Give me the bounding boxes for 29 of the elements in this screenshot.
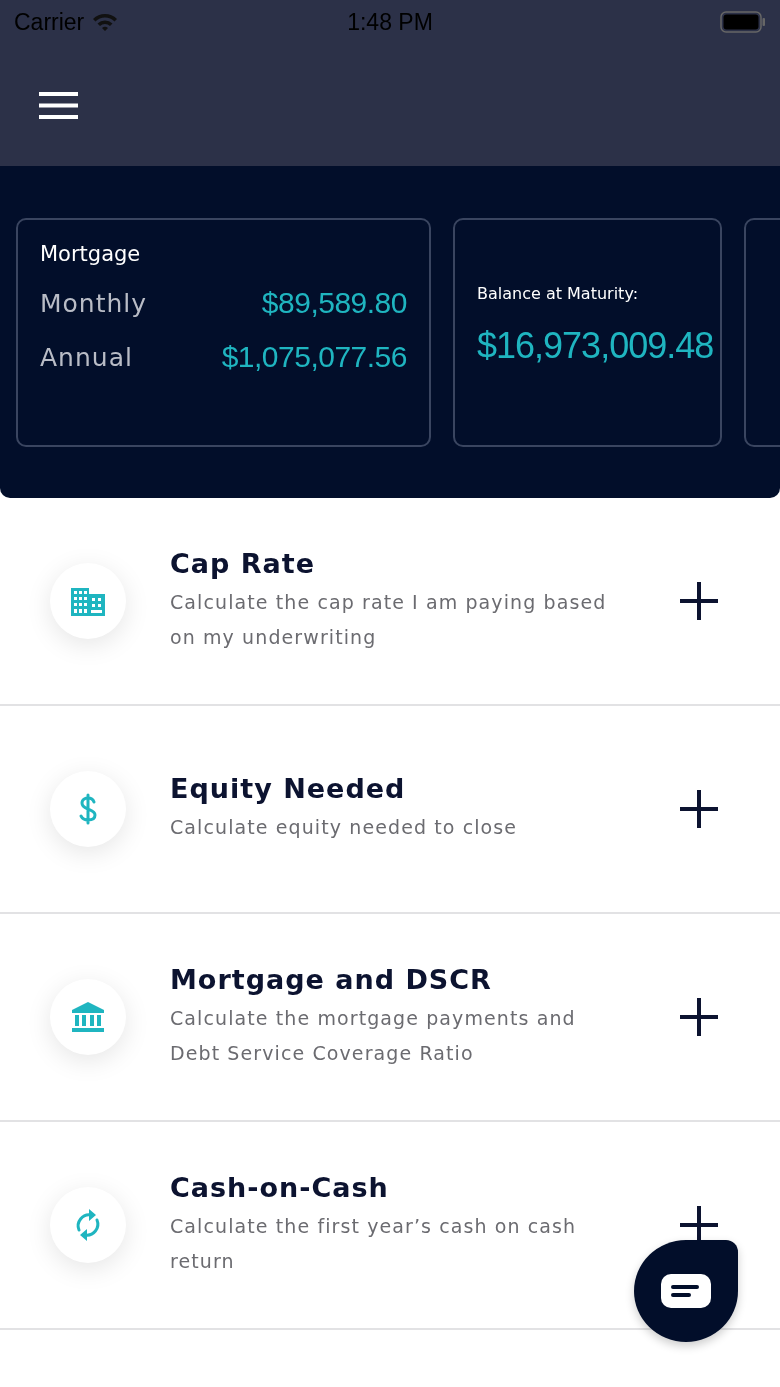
status-time: 1:48 PM	[347, 8, 433, 36]
expand-button[interactable]	[680, 998, 718, 1036]
chat-button[interactable]	[634, 1240, 738, 1342]
building-icon	[71, 586, 105, 616]
wifi-icon	[92, 12, 119, 32]
expand-button[interactable]	[680, 790, 718, 828]
calculator-description: Calculate the mortgage payments and Debt Service Coverage Ratio	[170, 1005, 577, 1066]
payment-label: Monthly	[40, 288, 148, 318]
calculator-title: Equity Needed	[170, 773, 406, 804]
card-title: Mortgage	[40, 242, 141, 266]
calculator-title: Cash-on-Cash	[170, 1171, 389, 1203]
calculator-description: Calculate the first year’s cash on cash return	[170, 1213, 578, 1274]
calculator-description: Calculate equity needed to close	[170, 815, 518, 840]
bank-icon	[71, 1001, 105, 1033]
card-title: Balance at Maturity:	[477, 284, 639, 303]
refresh-icon	[74, 1208, 102, 1242]
calculator-description: Calculate the cap rate I am paying based on my underwriting	[170, 589, 608, 650]
payment-value: $1,075,077.56	[221, 340, 407, 374]
payment-value: $89,589.80	[261, 286, 407, 320]
expand-button[interactable]	[680, 582, 718, 620]
calculator-title: Mortgage and DSCR	[170, 963, 492, 995]
carrier-label: Carrier	[14, 8, 85, 36]
payment-label: Annual	[40, 342, 133, 372]
battery-icon	[720, 11, 766, 33]
chat-icon	[661, 1274, 711, 1308]
dollar-icon	[78, 793, 98, 825]
menu-icon[interactable]	[39, 91, 78, 119]
balance-value: $16,973,009.48	[477, 325, 714, 367]
calculator-title: Cap Rate	[170, 547, 315, 579]
